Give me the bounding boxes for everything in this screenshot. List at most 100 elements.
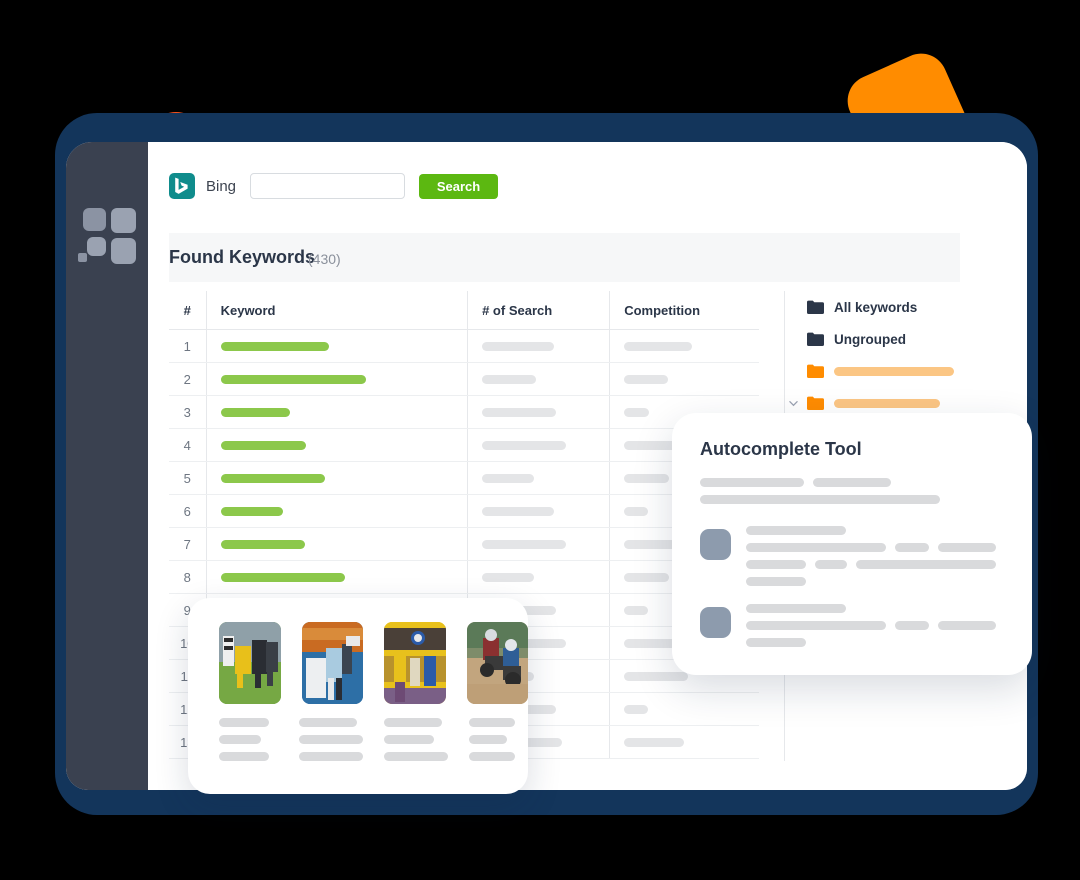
skeleton-bar [700,478,804,487]
skeleton-line-row [746,543,1004,552]
caption-placeholder-bar [219,718,269,727]
table-row[interactable]: 3 [169,396,759,429]
keyword-cell [205,396,468,428]
row-number: 2 [183,371,191,387]
row-number: 8 [183,569,191,585]
folder-icon [807,300,824,314]
folder-item[interactable]: Ungrouped [807,323,1004,355]
keyword-cell [205,330,468,362]
grid-dashboard-logo-icon[interactable] [78,208,136,264]
autocomplete-tool-card: Autocomplete Tool [672,413,1032,675]
skeleton-bar [746,638,806,647]
skeleton-bar [746,621,886,630]
competition-placeholder-bar [624,506,649,516]
folder-icon [807,364,824,378]
list-item[interactable] [700,604,1004,647]
folder-placeholder-bar [834,366,954,376]
table-row[interactable]: 5 [169,462,759,495]
skeleton-bar [938,621,996,630]
table-row[interactable]: 4 [169,429,759,462]
table-row[interactable]: 6 [169,495,759,528]
basketball-photo[interactable] [301,622,363,704]
table-header-row: # Keyword # of Search Competition [169,291,759,330]
results-count: (430) [308,251,341,267]
motocross-photo[interactable] [466,622,528,704]
skeleton-bar [746,526,846,535]
skeleton-bar [938,543,996,552]
caption-column [384,718,448,761]
keyword-cell [205,429,468,461]
caption-column [299,718,363,761]
keyword-placeholder-bar [220,539,305,549]
keyword-placeholder-bar [220,572,345,582]
search-bar: Bing Search [169,173,499,199]
competition-cell [609,330,759,362]
keyword-placeholder-bar [220,374,366,384]
searches-cell [467,429,609,461]
keyword-placeholder-bar [220,473,325,483]
column-header-searches[interactable]: # of Search [467,291,609,329]
row-number: 3 [183,404,191,420]
searches-cell [467,396,609,428]
column-header-number[interactable]: # [169,303,206,318]
skeleton-line-row [700,478,1004,487]
competition-placeholder-bar [624,737,685,747]
searches-placeholder-bar [482,374,537,384]
logo-square-4 [111,238,136,264]
caption-placeholder-bar [384,718,442,727]
competition-placeholder-bar [624,572,670,582]
competition-placeholder-bar [624,473,670,483]
autocomplete-results-list [700,526,1004,647]
search-input[interactable] [250,173,406,199]
american-football-photo[interactable] [219,622,281,704]
autocomplete-title: Autocomplete Tool [700,439,862,459]
row-number: 1 [183,338,191,354]
table-row[interactable]: 8 [169,561,759,594]
searches-cell [467,330,609,362]
caption-placeholder-bar [299,752,363,761]
skeleton-line-row [746,638,1004,647]
folder-item[interactable] [807,355,1004,387]
list-item-body [746,526,1004,586]
caption-placeholder-bar [384,735,434,744]
keyword-placeholder-bar [220,440,306,450]
competition-cell [609,693,759,725]
logo-square-2 [111,208,136,233]
search-button[interactable]: Search [419,173,499,199]
avatar [700,607,731,638]
caption-placeholder-bar [469,752,515,761]
caption-placeholder-bar [299,718,357,727]
skeleton-line-row [746,526,1004,535]
caption-placeholder-bar [469,718,515,727]
chevron-down-icon[interactable] [789,399,798,408]
row-number: 5 [183,470,191,486]
folder-label: Ungrouped [834,331,906,347]
caption-placeholder-bar [384,752,448,761]
searches-placeholder-bar [482,341,555,351]
column-header-competition[interactable]: Competition [609,291,759,329]
page-title: Found Keywords [169,247,316,267]
image-results-card [188,598,528,794]
app-sidebar [66,142,148,790]
table-row[interactable]: 7 [169,528,759,561]
avatar [700,529,731,560]
folder-icon [807,332,824,346]
skeleton-bar [746,543,886,552]
list-item[interactable] [700,526,1004,586]
folder-item[interactable]: All keywords [807,291,1004,323]
column-header-keyword[interactable]: Keyword [205,291,468,329]
searches-placeholder-bar [482,407,557,417]
searches-cell [467,363,609,395]
skeleton-line-row [746,560,1004,569]
searches-placeholder-bar [482,572,535,582]
searches-placeholder-bar [482,473,535,483]
table-row[interactable]: 2 [169,363,759,396]
caption-column [469,718,528,761]
skeleton-line-row [746,577,1004,586]
table-row[interactable]: 1 [169,330,759,363]
searches-cell [467,462,609,494]
skeleton-bar [746,560,806,569]
volleyball-photo[interactable] [384,622,446,704]
competition-placeholder-bar [624,671,689,681]
skeleton-line-row [746,621,1004,630]
